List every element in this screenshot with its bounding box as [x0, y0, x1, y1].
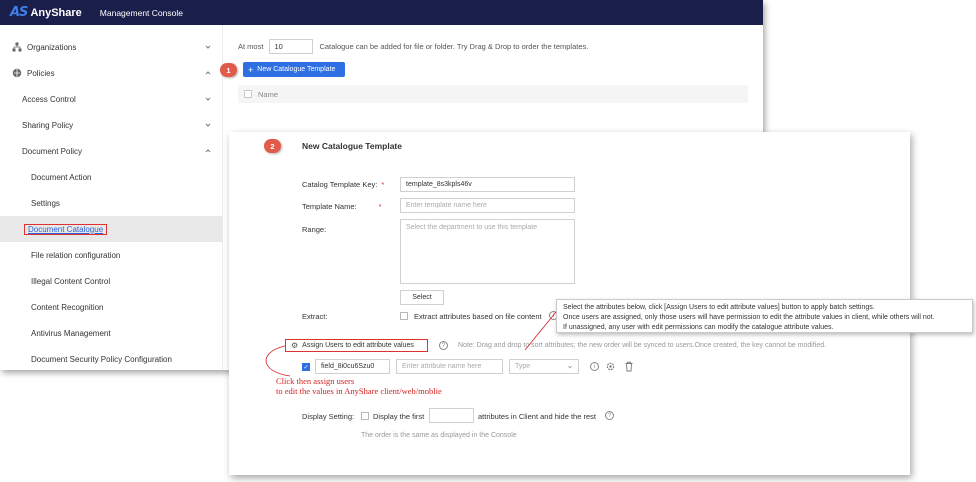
annotation-note: Click then assign users to edit the valu… — [276, 376, 442, 396]
annotation-lines — [265, 311, 557, 377]
annotation-line-1: Click then assign users — [276, 376, 355, 386]
annotation-line-2: to edit the values in AnyShare client/we… — [276, 386, 442, 396]
